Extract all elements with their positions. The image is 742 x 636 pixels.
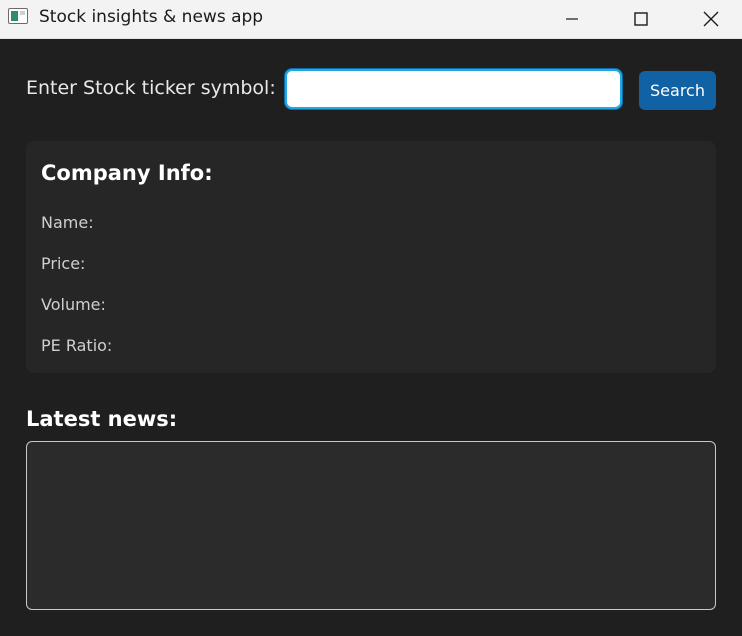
pe-ratio-label: PE Ratio: [41,336,113,355]
window-title: Stock insights & news app [39,7,264,27]
app-window-icon [8,8,28,24]
name-label: Name: [41,213,94,232]
maximize-button[interactable] [618,0,664,38]
ticker-label: Enter Stock ticker symbol: [26,77,276,99]
volume-label: Volume: [41,295,106,314]
ticker-input[interactable] [285,69,622,109]
company-info-title: Company Info: [41,161,213,185]
close-icon [703,11,719,27]
title-bar[interactable]: Stock insights & news app [0,0,742,39]
close-button[interactable] [688,0,734,38]
maximize-icon [633,11,649,27]
minimize-icon [564,11,580,27]
company-info-panel: Company Info: Name: Price: Volume: PE Ra… [26,141,716,373]
minimize-button[interactable] [549,0,595,38]
news-list-box[interactable] [26,441,716,610]
price-label: Price: [41,254,86,273]
app-window: Stock insights & news app Enter Stock ti… [0,0,742,636]
latest-news-title: Latest news: [26,407,178,431]
search-button[interactable]: Search [639,71,716,110]
